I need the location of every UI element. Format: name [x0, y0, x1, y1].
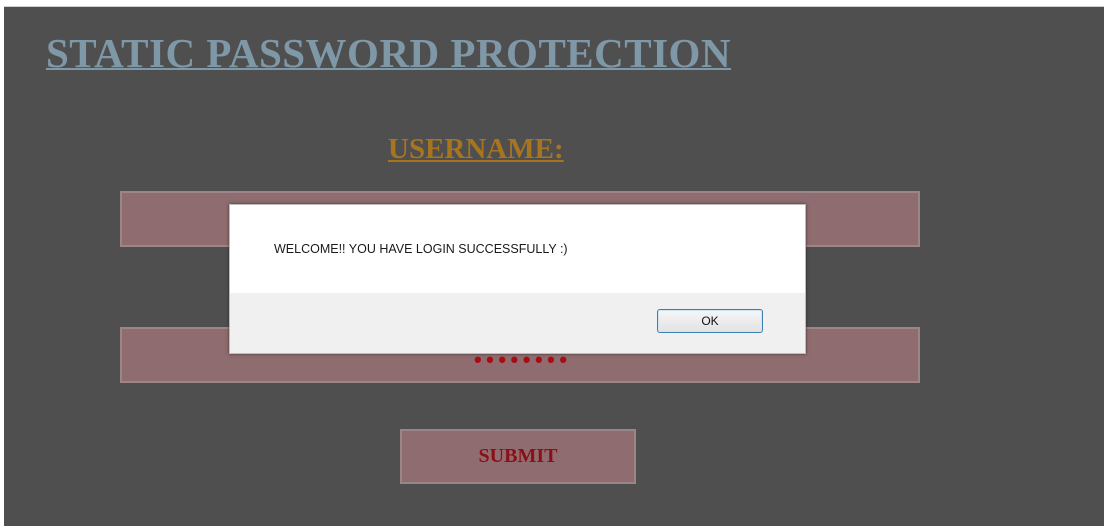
submit-button[interactable]: SUBMIT: [400, 429, 636, 484]
dialog-message: WELCOME!! YOU HAVE LOGIN SUCCESSFULLY :): [274, 242, 568, 256]
dialog-footer: OK: [230, 293, 805, 353]
ok-button[interactable]: OK: [657, 309, 763, 333]
username-label: USERNAME:: [388, 133, 564, 165]
password-masked-value: ••••••••: [471, 349, 570, 374]
alert-dialog: WELCOME!! YOU HAVE LOGIN SUCCESSFULLY :)…: [229, 204, 806, 354]
page-title: STATIC PASSWORD PROTECTION: [46, 30, 732, 76]
